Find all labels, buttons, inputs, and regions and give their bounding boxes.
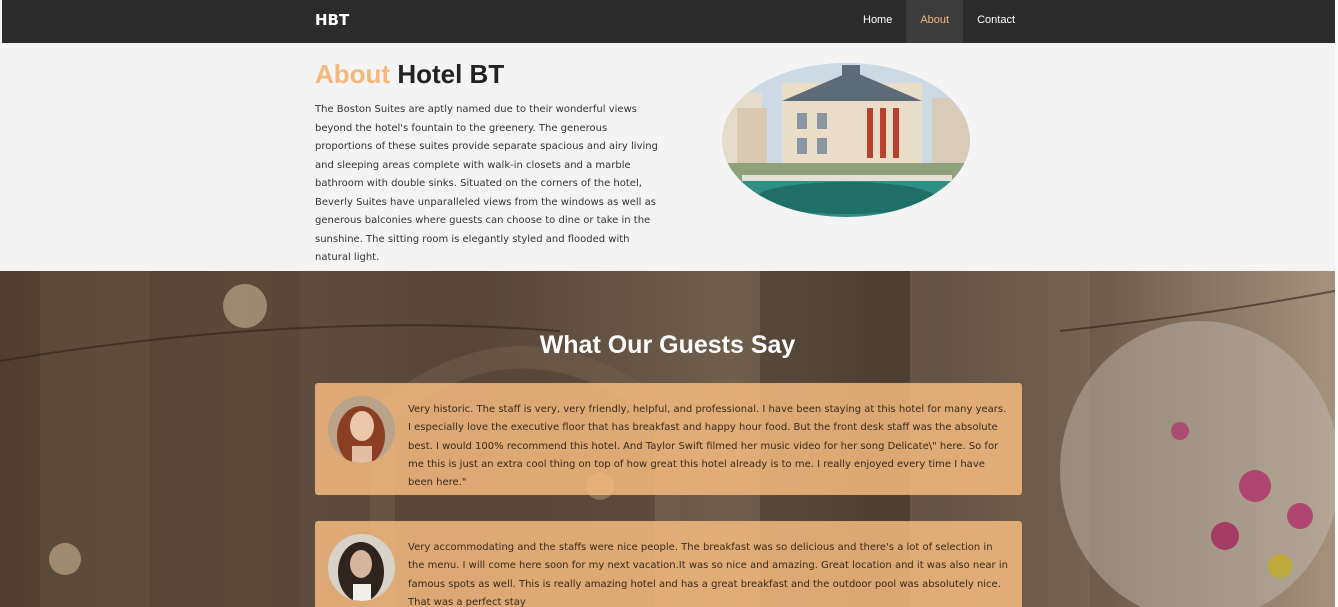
about-title-accent: About (315, 59, 391, 89)
testimonials-section: What Our Guests Say Very historic. The s… (0, 271, 1335, 607)
avatar (328, 396, 395, 463)
about-title-rest: Hotel BT (397, 59, 505, 89)
about-section: About Hotel BT The Boston Suites are apt… (2, 43, 1335, 271)
navbar: HBT Home About Contact (2, 0, 1335, 43)
testimonials-heading: What Our Guests Say (539, 331, 796, 359)
nav-links: Home About Contact (849, 0, 1029, 43)
testimonial-card: Very accommodating and the staffs were n… (315, 521, 1022, 607)
testimonial-card: Very historic. The staff is very, very f… (315, 383, 1022, 495)
brand-logo[interactable]: HBT (315, 11, 349, 29)
nav-link-about[interactable]: About (906, 0, 964, 43)
about-title: About Hotel BT (315, 59, 504, 90)
avatar (328, 534, 395, 601)
hotel-image (722, 63, 970, 217)
testimonial-text: Very accommodating and the staffs were n… (408, 542, 1008, 607)
nav-link-contact[interactable]: Contact (963, 0, 1029, 43)
about-description: The Boston Suites are aptly named due to… (315, 104, 658, 263)
nav-link-home[interactable]: Home (849, 0, 906, 43)
testimonial-text: Very historic. The staff is very, very f… (408, 404, 1007, 489)
